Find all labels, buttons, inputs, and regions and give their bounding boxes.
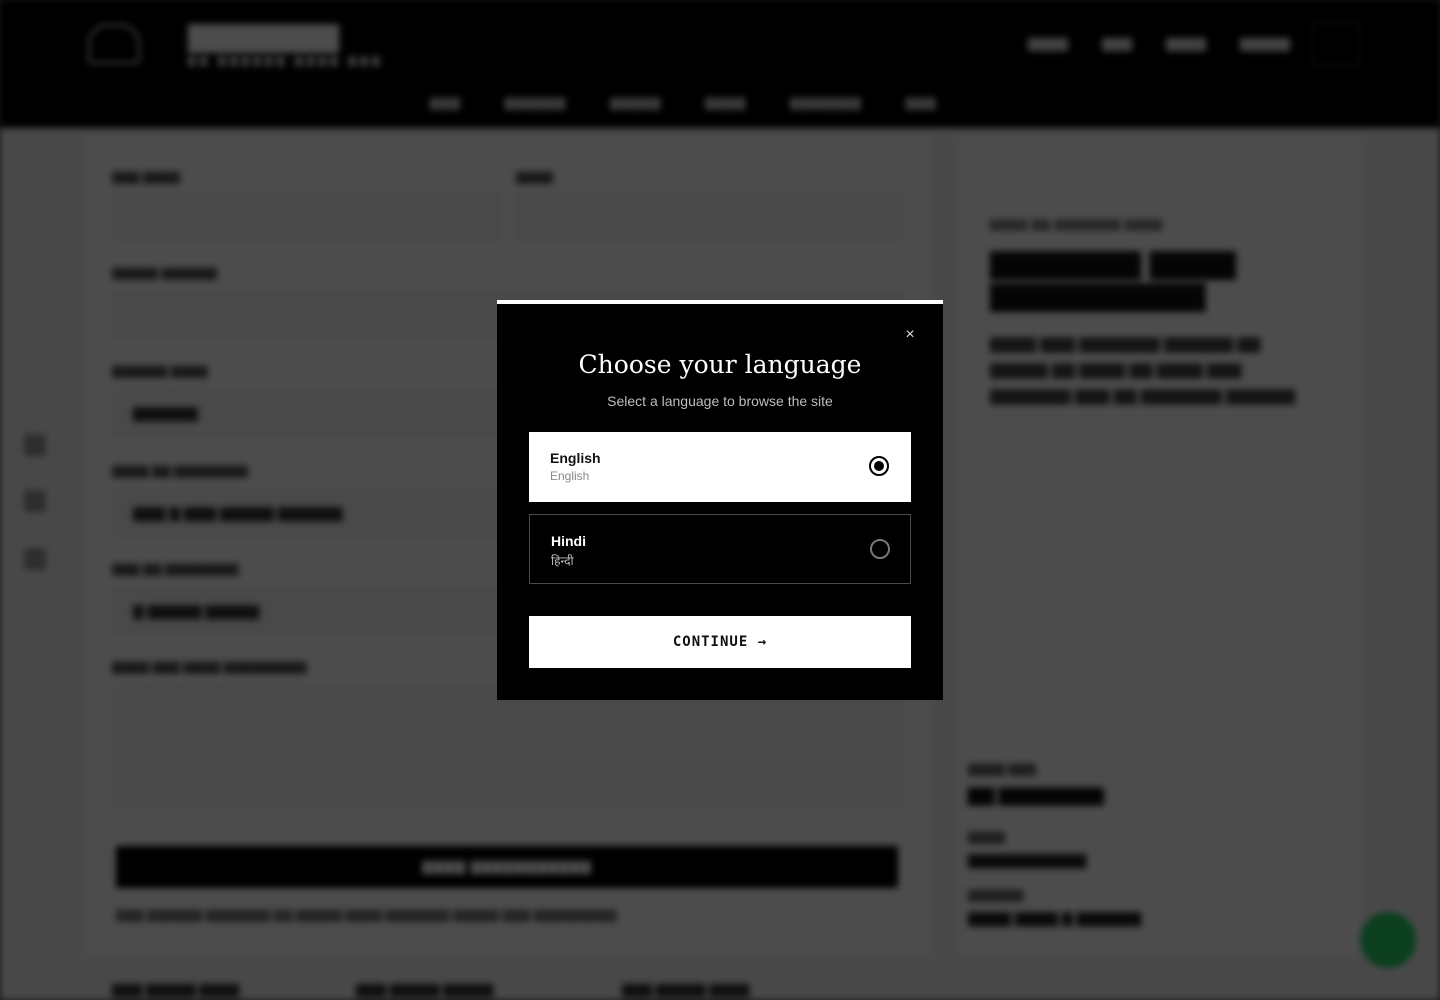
language-native-name: हिन्दी — [551, 554, 574, 568]
radio-unselected-icon[interactable] — [870, 539, 890, 559]
modal-subtitle: Select a language to browse the site — [607, 393, 833, 409]
close-icon[interactable]: × — [897, 322, 923, 348]
modal-title: Choose your language — [578, 350, 862, 379]
language-name: Hindi — [551, 533, 586, 549]
language-option-english[interactable]: English English — [529, 432, 911, 502]
language-option-hindi[interactable]: Hindi हिन्दी — [529, 514, 911, 584]
continue-button[interactable]: CONTINUE → — [529, 616, 911, 668]
language-modal: × Choose your language Select a language… — [497, 300, 943, 700]
language-name: English — [550, 450, 601, 466]
radio-selected-icon[interactable] — [869, 456, 889, 476]
language-native-name: English — [550, 469, 590, 483]
